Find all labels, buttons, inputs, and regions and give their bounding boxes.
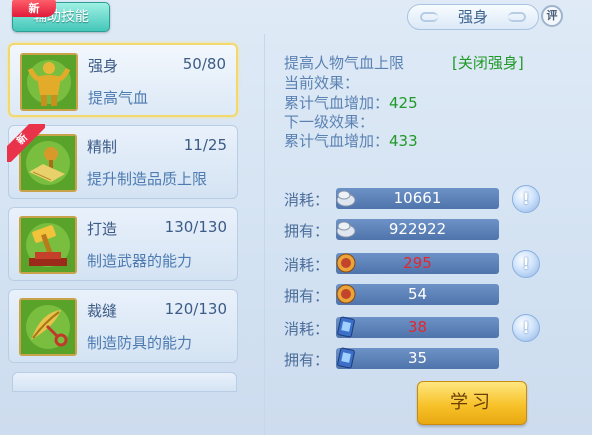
next-effect-label: 累计气血增加： [284,132,390,150]
skill-card-partial[interactable] [12,372,237,392]
contribution-cost-bar: 295 [336,253,499,274]
book-owned-bar: 35 [336,347,499,369]
learn-button[interactable]: 学习 [417,381,527,425]
skill-name: 打造 [87,220,118,238]
info-icon[interactable]: ! [512,314,540,342]
resource-value: 10661 [393,189,442,207]
skill-card-dazao[interactable]: 打造 130/130 制造武器的能力 [8,207,238,281]
book-card-icon [337,347,355,369]
silver-cost-bar: 10661 [336,188,499,209]
ornament-left-icon [420,12,438,22]
skill-list[interactable]: 强身 50/80 提高气血 新 精制 11/25 提升制造品质上限 打造 130… [4,36,243,435]
skill-name: 裁缝 [87,302,118,320]
skill-level: 11/25 [183,136,227,154]
book-card-icon [337,316,355,338]
new-badge: 新 [12,0,56,17]
current-effect-row: 累计气血增加：425 [284,92,418,113]
current-effect-value: 425 [389,94,418,112]
skill-desc: 制造武器的能力 [87,252,193,270]
resource-label: 消耗： [284,320,330,338]
skill-card-jingzhi[interactable]: 新 精制 11/25 提升制造品质上限 [7,124,238,199]
resource-label: 消耗： [284,191,330,209]
silver-coin-icon [336,221,356,238]
silver-owned-bar: 922922 [336,219,499,240]
scissors-icon [19,298,77,356]
evaluate-button[interactable]: 评 [541,5,563,27]
skill-level: 120/130 [164,300,227,318]
skill-name: 强身 [88,57,119,75]
book-cost-bar: 38 [336,316,499,338]
panel-divider [264,34,265,435]
contribution-badge-icon [336,253,356,273]
detail-description: 提高人物气血上限 [284,54,405,72]
resource-label: 拥有： [284,287,330,305]
resource-value: 922922 [388,220,447,238]
current-effect-heading: 当前效果： [284,74,360,92]
resource-label: 拥有： [284,351,330,369]
skill-desc: 提升制造品质上限 [87,170,208,188]
resource-label: 消耗： [284,256,330,274]
next-effect-heading: 下一级效果： [284,113,375,131]
resource-value: 54 [407,285,428,303]
contribution-owned-bar: 54 [336,284,499,305]
skill-title-text: 强身 [457,8,488,26]
skill-desc: 制造防具的能力 [87,334,193,352]
toggle-skill-link[interactable]: [关闭强身] [452,52,524,73]
new-ribbon: 新 [7,124,45,162]
skill-card-qiangshen[interactable]: 强身 50/80 提高气血 [8,43,238,117]
skill-name: 精制 [87,138,118,156]
ornament-right-icon [508,12,526,22]
info-icon[interactable]: ! [512,250,540,278]
next-effect-value: 433 [389,132,418,150]
silver-coin-icon [336,190,356,207]
resource-value: 38 [407,318,428,336]
resource-value: 295 [403,254,432,272]
new-ribbon-text: 新 [7,124,45,162]
skill-desc: 提高气血 [88,89,149,107]
current-effect-label: 累计气血增加： [284,94,390,112]
strongman-icon [20,53,78,111]
hammer-anvil-icon [19,216,77,274]
resource-value: 35 [407,349,428,367]
skill-card-caifeng[interactable]: 裁缝 120/130 制造防具的能力 [8,289,238,363]
skill-title: 强身 [407,4,539,30]
contribution-badge-icon [336,284,356,304]
skill-level: 50/80 [182,55,226,73]
resource-label: 拥有： [284,222,330,240]
info-icon[interactable]: ! [512,185,540,213]
next-effect-row: 累计气血增加：433 [284,130,418,151]
skill-level: 130/130 [164,218,227,236]
